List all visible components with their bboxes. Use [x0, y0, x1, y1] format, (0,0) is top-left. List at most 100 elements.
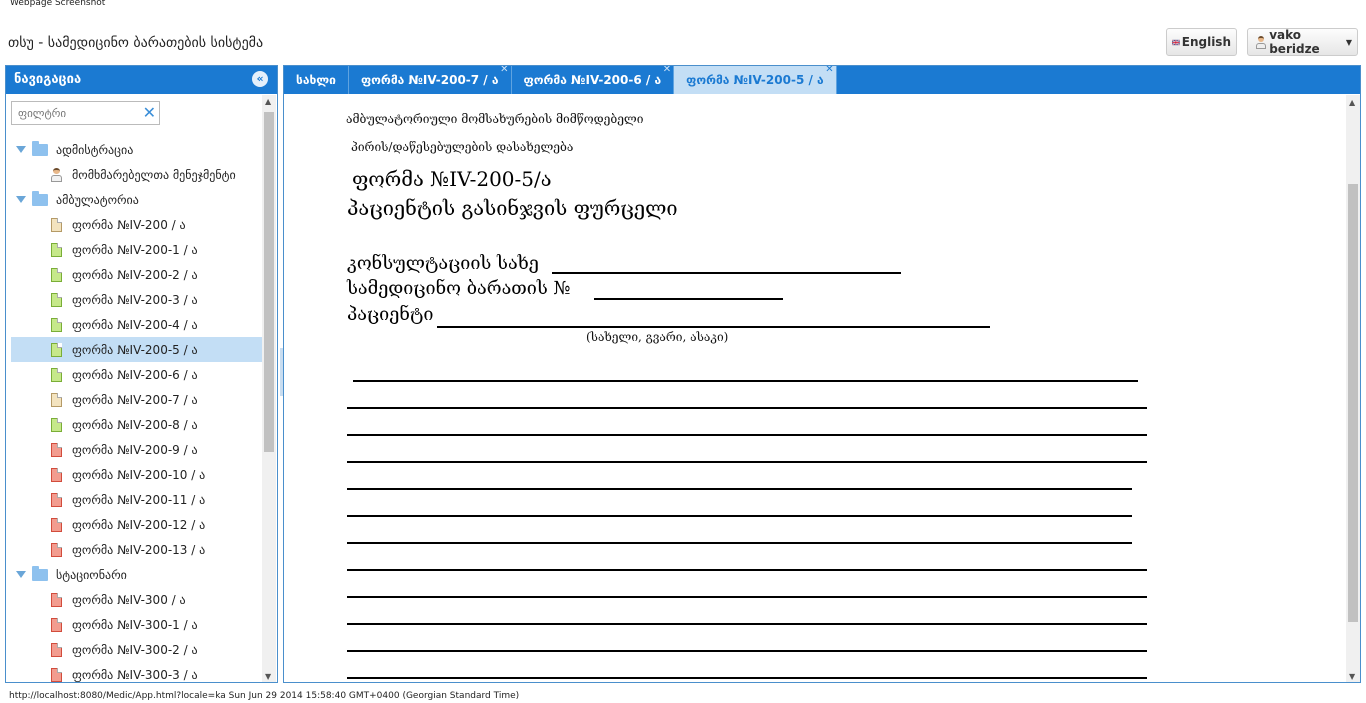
collapse-panel-icon[interactable]: « — [252, 71, 268, 87]
tab[interactable]: ფორმა №IV-200-5 / ა ✕ — [674, 66, 837, 94]
tree-item-label: ფორმა №IV-300-1 / ა — [72, 617, 198, 632]
ruled-line — [347, 569, 1147, 571]
tree-item-label: ამბულატორია — [56, 192, 139, 207]
tree-item[interactable]: ფორმა №IV-200-5 / ა — [11, 337, 263, 362]
document-icon — [51, 667, 62, 682]
tree-item[interactable]: ფორმა №IV-200-1 / ა — [11, 237, 263, 262]
ruled-line — [347, 677, 1147, 679]
tree-item[interactable]: ფორმა №IV-200-6 / ა — [11, 362, 263, 387]
tree-folder[interactable]: სტაციონარი — [11, 562, 263, 587]
scrollbar-thumb[interactable] — [264, 112, 274, 452]
tab-label: სახლი — [296, 73, 336, 87]
app-title: თსუ - სამედიცინო ბარათების სისტემა — [8, 35, 264, 51]
filter-input[interactable] — [12, 102, 132, 125]
tree-item[interactable]: ფორმა №IV-200 / ა — [11, 212, 263, 237]
tab-label: ფორმა №IV-200-6 / ა — [523, 73, 662, 87]
tree-item[interactable]: ფორმა №IV-200-11 / ა — [11, 487, 263, 512]
card-number-label: სამედიცინო ბარათის № — [347, 278, 571, 299]
ruled-line — [347, 650, 1147, 652]
user-icon — [51, 167, 62, 182]
tree-item-label: ფორმა №IV-300-3 / ა — [72, 667, 198, 682]
document-icon — [51, 592, 62, 607]
user-icon — [1255, 35, 1266, 49]
document-icon — [51, 442, 62, 457]
main-panel: სახლი ფორმა №IV-200-7 / ა ✕ ფორმა №IV-200-6… — [283, 65, 1361, 683]
navigation-scrollbar[interactable]: ▲ ▼ — [262, 95, 276, 682]
scroll-up-icon[interactable]: ▲ — [265, 97, 271, 106]
document-scrollbar[interactable]: ▲ ▼ — [1346, 95, 1360, 682]
provider-line-1: ამბულატორიული მომსახურების მიმწოდებელი — [346, 112, 644, 126]
expand-arrow-icon[interactable] — [16, 571, 26, 578]
navigation-panel: ნავიგაცია « ✕ ადმისტრაცია მომხმარებელთა მ… — [5, 65, 278, 683]
tree-item[interactable]: ფორმა №IV-300-3 / ა — [11, 662, 263, 682]
tree-folder[interactable]: ამბულატორია — [11, 187, 263, 212]
tab[interactable]: ფორმა №IV-200-6 / ა ✕ — [512, 66, 675, 94]
navigation-tree: ადმისტრაცია მომხმარებელთა მენეჯმენტი ამბულ… — [11, 137, 263, 682]
tree-item-label: ადმისტრაცია — [56, 142, 134, 157]
tree-item[interactable]: ფორმა №IV-200-4 / ა — [11, 312, 263, 337]
document-icon — [51, 267, 62, 282]
scroll-down-icon[interactable]: ▼ — [265, 672, 271, 681]
tree-item[interactable]: ფორმა №IV-200-9 / ა — [11, 437, 263, 462]
document-icon — [51, 492, 62, 507]
tab[interactable]: ფორმა №IV-200-7 / ა ✕ — [349, 66, 512, 94]
tree-item[interactable]: ფორმა №IV-300 / ა — [11, 587, 263, 612]
scroll-down-icon[interactable]: ▼ — [1349, 672, 1355, 681]
tree-item[interactable]: ფორმა №IV-200-13 / ა — [11, 537, 263, 562]
user-menu-button[interactable]: vako beridze ▼ — [1247, 28, 1358, 56]
ruled-line — [347, 407, 1147, 409]
form-document: ამბულატორიული მომსახურების მიმწოდებელი პ… — [284, 95, 1346, 682]
consultation-label: კონსულტაციის სახე — [347, 253, 539, 274]
tree-item-label: ფორმა №IV-300 / ა — [72, 592, 186, 607]
document-icon — [51, 642, 62, 657]
document-icon — [51, 317, 62, 332]
tree-folder[interactable]: ადმისტრაცია — [11, 137, 263, 162]
expand-arrow-icon[interactable] — [16, 146, 26, 153]
tree-item-label: ფორმა №IV-200-3 / ა — [72, 292, 198, 307]
document-icon — [51, 417, 62, 432]
tree-item-label: ფორმა №IV-200-5 / ა — [72, 342, 198, 357]
tree-item-label: ფორმა №IV-200-7 / ა — [72, 392, 198, 407]
provider-line-2: პირის/დაწესებულების დასახელება — [351, 140, 574, 154]
tree-item-label: ფორმა №IV-200 / ა — [72, 217, 186, 232]
tree-item-label: ფორმა №IV-200-2 / ა — [72, 267, 198, 282]
tab[interactable]: სახლი — [284, 66, 349, 94]
tree-item[interactable]: ფორმა №IV-200-10 / ა — [11, 462, 263, 487]
tree-item-label: ფორმა №IV-200-4 / ა — [72, 317, 198, 332]
tree-item[interactable]: ფორმა №IV-200-8 / ა — [11, 412, 263, 437]
tree-item-label: მომხმარებელთა მენეჯმენტი — [72, 167, 236, 182]
document-icon — [51, 242, 62, 257]
caret-down-icon: ▼ — [1345, 37, 1352, 47]
expand-arrow-icon[interactable] — [16, 196, 26, 203]
tree-item[interactable]: ფორმა №IV-200-12 / ა — [11, 512, 263, 537]
tree-item[interactable]: ფორმა №IV-200-7 / ა — [11, 387, 263, 412]
document-icon — [51, 542, 62, 557]
clear-filter-icon[interactable]: ✕ — [143, 102, 156, 124]
patient-hint: (სახელი, გვარი, ასაკი) — [586, 330, 729, 344]
document-icon — [51, 517, 62, 532]
status-bar: http://localhost:8080/Medic/App.html?loc… — [9, 691, 520, 701]
tree-item[interactable]: ფორმა №IV-300-2 / ა — [11, 637, 263, 662]
tree-item[interactable]: ფორმა №IV-200-2 / ა — [11, 262, 263, 287]
ruled-line — [353, 380, 1138, 382]
tree-item-label: სტაციონარი — [56, 567, 127, 582]
close-tab-icon[interactable]: ✕ — [663, 66, 671, 75]
scrollbar-thumb[interactable] — [1348, 184, 1358, 622]
tree-item[interactable]: ფორმა №IV-200-3 / ა — [11, 287, 263, 312]
language-label: English — [1181, 35, 1231, 49]
tree-item[interactable]: ფორმა №IV-300-1 / ა — [11, 612, 263, 637]
tab-label: ფორმა №IV-200-7 / ა — [360, 73, 499, 87]
scroll-up-icon[interactable]: ▲ — [1349, 98, 1355, 107]
document-icon — [51, 217, 62, 232]
close-tab-icon[interactable]: ✕ — [500, 66, 508, 75]
folder-icon — [32, 565, 48, 581]
folder-icon — [32, 140, 48, 156]
print-header: Webpage Screenshot — [10, 0, 106, 8]
tree-item-label: ფორმა №IV-200-6 / ა — [72, 367, 198, 382]
tree-item[interactable]: მომხმარებელთა მენეჯმენტი — [11, 162, 263, 187]
document-icon — [51, 392, 62, 407]
tree-item-label: ფორმა №IV-300-2 / ა — [72, 642, 198, 657]
close-tab-icon[interactable]: ✕ — [825, 66, 833, 75]
language-button[interactable]: English — [1166, 28, 1237, 56]
ruled-line — [347, 461, 1147, 463]
